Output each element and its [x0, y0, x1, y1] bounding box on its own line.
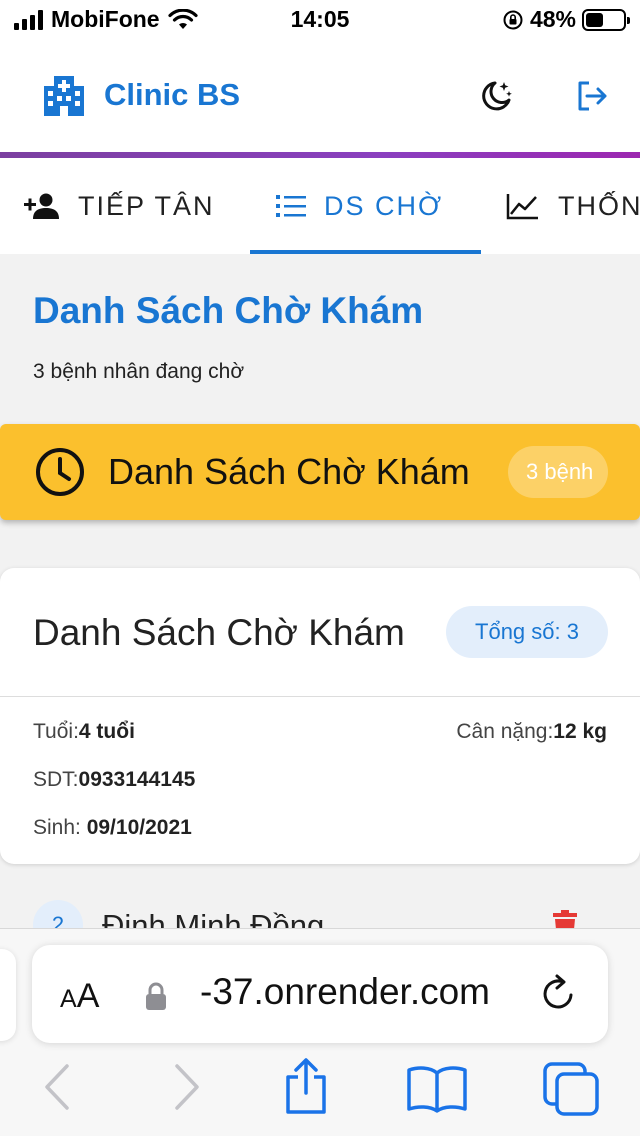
phone-value: 0933144145: [78, 768, 196, 791]
hospital-icon: [44, 76, 84, 116]
tab-statistics-label: THỐN: [558, 190, 640, 221]
list-icon: [276, 195, 306, 217]
page-title: Danh Sách Chờ Khám: [33, 290, 424, 331]
forward-icon[interactable]: [172, 1063, 202, 1111]
logout-icon[interactable]: [574, 78, 610, 114]
app-header: Clinic BS: [0, 44, 640, 152]
card-divider: [0, 696, 640, 697]
tab-reception[interactable]: TIẾP TÂN: [24, 158, 215, 254]
status-bar: MobiFone 14:05 48%: [0, 0, 640, 44]
bookmarks-icon[interactable]: [406, 1065, 468, 1113]
active-tab-indicator: [250, 250, 481, 254]
add-person-icon: [24, 193, 59, 219]
tab-reception-label: TIẾP TÂN: [78, 190, 215, 221]
banner-count-badge: 3 bệnh: [508, 446, 608, 498]
back-icon[interactable]: [42, 1063, 72, 1111]
phone-label: SDT:: [33, 768, 79, 791]
brand[interactable]: Clinic BS: [42, 74, 240, 116]
waiting-list-card: Danh Sách Chờ Khám Tổng số: 3 Tuổi:4 tuổ…: [0, 568, 640, 864]
dark-mode-icon[interactable]: [478, 78, 514, 114]
patient-dob: Sinh: 09/10/2021: [33, 816, 192, 840]
weight-label: Cân nặng:: [456, 720, 554, 743]
card-title: Danh Sách Chờ Khám: [33, 612, 405, 653]
patient-age: Tuổi:4 tuổi: [33, 720, 135, 744]
battery-icon: [582, 8, 630, 31]
share-icon[interactable]: [282, 1057, 330, 1115]
tab-waiting-list-label: DS CHỜ: [324, 190, 444, 221]
browser-toolbar: AA -37.onrender.com: [0, 928, 640, 1136]
lock-icon: [146, 982, 166, 1010]
banner-title: Danh Sách Chờ Khám: [108, 451, 470, 492]
aa-big: A: [76, 977, 100, 1015]
status-right: 48%: [502, 6, 630, 33]
page-subtitle: 3 bệnh nhân đang chờ: [33, 360, 245, 383]
previous-tab-preview[interactable]: [0, 949, 16, 1041]
dob-value: 09/10/2021: [86, 816, 192, 839]
age-value: 4 tuổi: [78, 720, 135, 743]
aa-small: A: [60, 985, 77, 1013]
reload-icon[interactable]: [538, 973, 580, 1015]
age-label: Tuổi:: [33, 720, 79, 743]
address-bar[interactable]: AA -37.onrender.com: [32, 945, 608, 1043]
waiting-list-banner: Danh Sách Chờ Khám 3 bệnh: [0, 424, 640, 520]
url-text: -37.onrender.com: [200, 971, 491, 1012]
tab-bar: TIẾP TÂN DS CHỜ THỐN: [0, 158, 640, 254]
patient-phone: SDT:0933144145: [33, 768, 195, 792]
total-count-chip: Tổng số: 3: [446, 606, 608, 658]
battery-percent: 48%: [529, 6, 576, 32]
patient-weight: Cân nặng:12 kg: [456, 720, 607, 744]
clock-icon: [36, 448, 84, 496]
tab-statistics[interactable]: THỐN: [506, 158, 640, 254]
reader-settings-button[interactable]: AA: [60, 977, 99, 1016]
orientation-lock-icon: [503, 10, 523, 29]
tabs-icon[interactable]: [542, 1061, 602, 1117]
chart-line-icon: [506, 194, 538, 220]
app-title: Clinic BS: [104, 77, 241, 112]
weight-value: 12 kg: [553, 720, 607, 743]
tab-waiting-list[interactable]: DS CHỜ: [276, 158, 443, 254]
dob-label: Sinh:: [33, 816, 87, 839]
